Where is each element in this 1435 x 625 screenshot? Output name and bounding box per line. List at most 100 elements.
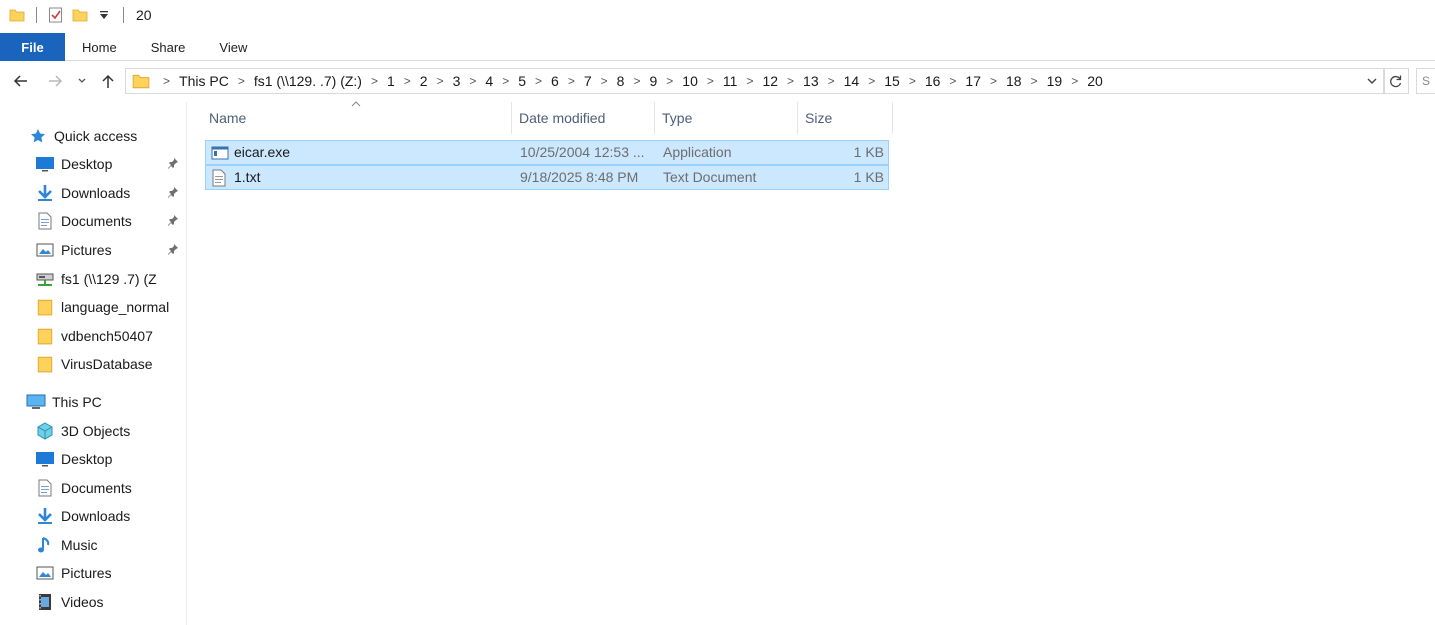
tab-home[interactable]: Home xyxy=(65,33,134,61)
sidebar-item-pictures[interactable]: Pictures xyxy=(35,236,221,264)
breadcrumb-separator: > xyxy=(1030,74,1038,88)
breadcrumb-separator: > xyxy=(666,74,674,88)
properties-check-icon[interactable] xyxy=(47,5,65,25)
column-header-label: Name xyxy=(209,110,247,126)
application-icon xyxy=(211,144,229,162)
sidebar-item-virus-database[interactable]: VirusDatabase xyxy=(35,350,221,378)
file-name: 1.txt xyxy=(234,169,261,185)
search-input[interactable]: S xyxy=(1416,68,1435,94)
breadcrumb-17[interactable]: 17 xyxy=(965,73,981,89)
folder-icon[interactable] xyxy=(8,5,26,25)
sidebar-item-label: Pictures xyxy=(61,242,112,258)
tab-share[interactable]: Share xyxy=(134,33,203,61)
pin-icon[interactable] xyxy=(166,185,180,199)
sidebar-item-pc-documents[interactable]: Documents xyxy=(35,474,221,502)
sidebar-item-pc-pictures[interactable]: Pictures xyxy=(35,559,221,587)
file-row-eicar-exe[interactable]: eicar.exe 10/25/2004 12:53 ... Applicati… xyxy=(205,140,889,165)
tab-view[interactable]: View xyxy=(202,33,264,61)
sidebar-item-videos[interactable]: Videos xyxy=(35,588,221,616)
computer-icon xyxy=(26,392,46,412)
breadcrumb-19[interactable]: 19 xyxy=(1047,73,1063,89)
breadcrumb-network-drive[interactable]: fs1 (\\129. .7) (Z:) xyxy=(254,73,362,89)
3d-objects-icon xyxy=(35,421,55,441)
ribbon-tabs: File Home Share View xyxy=(0,33,1435,61)
file-size: 1 KB xyxy=(853,169,884,185)
column-header-size[interactable]: Size xyxy=(801,102,893,134)
sidebar-item-pc-downloads[interactable]: Downloads xyxy=(35,502,221,530)
sidebar-item-language-normal[interactable]: language_normal xyxy=(35,293,221,321)
breadcrumb-9[interactable]: 9 xyxy=(649,73,657,89)
file-type: Text Document xyxy=(663,169,757,185)
back-arrow-icon[interactable] xyxy=(10,70,32,92)
file-date-modified: 9/18/2025 8:48 PM xyxy=(520,169,639,185)
breadcrumb-10[interactable]: 10 xyxy=(682,73,698,89)
breadcrumb-14[interactable]: 14 xyxy=(844,73,860,89)
sidebar-item-music[interactable]: Music xyxy=(35,531,221,559)
breadcrumb-15[interactable]: 15 xyxy=(884,73,900,89)
breadcrumb-separator: > xyxy=(436,74,444,88)
new-folder-icon[interactable] xyxy=(71,5,89,25)
breadcrumb-7[interactable]: 7 xyxy=(584,73,592,89)
sidebar-item-documents[interactable]: Documents xyxy=(35,207,221,235)
up-arrow-icon[interactable] xyxy=(97,70,119,92)
breadcrumb-3[interactable]: 3 xyxy=(453,73,461,89)
breadcrumb-this-pc[interactable]: This PC xyxy=(179,73,229,89)
address-bar[interactable]: > This PC > fs1 (\\129. .7) (Z:) > 1 > 2… xyxy=(125,68,1385,94)
file-row-1-txt[interactable]: 1.txt 9/18/2025 8:48 PM Text Document 1 … xyxy=(205,165,889,190)
breadcrumb-4[interactable]: 4 xyxy=(485,73,493,89)
breadcrumb-separator: > xyxy=(403,74,411,88)
sidebar-item-vdbench[interactable]: vdbench50407 xyxy=(35,322,221,350)
videos-icon xyxy=(35,592,55,612)
refresh-icon[interactable] xyxy=(1383,68,1409,94)
documents-icon xyxy=(35,478,55,498)
breadcrumb-5[interactable]: 5 xyxy=(518,73,526,89)
breadcrumb-12[interactable]: 12 xyxy=(762,73,778,89)
breadcrumb-1[interactable]: 1 xyxy=(387,73,395,89)
recent-locations-icon[interactable] xyxy=(74,70,90,92)
breadcrumb-8[interactable]: 8 xyxy=(617,73,625,89)
sidebar-item-quick-access[interactable]: Quick access xyxy=(28,122,214,150)
network-drive-icon xyxy=(35,269,55,289)
sidebar-item-label: language_normal xyxy=(61,299,170,315)
column-header-name[interactable]: Name xyxy=(205,102,512,134)
breadcrumb-separator: > xyxy=(567,74,575,88)
breadcrumb-separator: > xyxy=(990,74,998,88)
breadcrumb-separator: > xyxy=(535,74,543,88)
sidebar-item-downloads[interactable]: Downloads xyxy=(35,179,221,207)
breadcrumb-2[interactable]: 2 xyxy=(420,73,428,89)
breadcrumb-13[interactable]: 13 xyxy=(803,73,819,89)
folder-icon xyxy=(35,354,55,374)
breadcrumb-11[interactable]: 11 xyxy=(723,73,738,89)
breadcrumb-20[interactable]: 20 xyxy=(1087,73,1103,89)
pin-icon[interactable] xyxy=(166,156,180,170)
sidebar-item-label: Pictures xyxy=(61,565,112,581)
forward-arrow-icon[interactable] xyxy=(44,70,66,92)
sidebar-item-label: Quick access xyxy=(54,128,138,144)
chevron-down-icon[interactable] xyxy=(1364,73,1380,89)
sidebar-item-label: Desktop xyxy=(61,451,113,467)
sidebar-item-desktop[interactable]: Desktop xyxy=(35,150,221,178)
downloads-icon xyxy=(35,506,55,526)
file-name: eicar.exe xyxy=(234,144,291,160)
breadcrumb-16[interactable]: 16 xyxy=(925,73,941,89)
star-icon xyxy=(28,126,48,146)
title-bar: 20 xyxy=(0,0,1435,30)
sidebar-item-label: Music xyxy=(61,537,98,553)
sidebar-item-this-pc[interactable]: This PC xyxy=(26,388,212,416)
sidebar-item-pc-desktop[interactable]: Desktop xyxy=(35,445,221,473)
breadcrumb-separator: > xyxy=(370,74,378,88)
sidebar-item-3d-objects[interactable]: 3D Objects xyxy=(35,417,221,445)
column-header-type[interactable]: Type xyxy=(658,102,798,134)
breadcrumb-18[interactable]: 18 xyxy=(1006,73,1022,89)
column-header-label: Type xyxy=(662,110,693,126)
sidebar-item-label: Videos xyxy=(61,594,104,610)
tab-file[interactable]: File xyxy=(0,33,65,61)
file-size: 1 KB xyxy=(853,144,884,160)
sidebar-item-network-drive[interactable]: fs1 (\\129 .7) (Z xyxy=(35,265,186,293)
pin-icon[interactable] xyxy=(166,242,180,256)
column-header-date-modified[interactable]: Date modified xyxy=(515,102,655,134)
pin-icon[interactable] xyxy=(166,213,180,227)
customize-dropdown-icon[interactable] xyxy=(95,5,113,25)
breadcrumb-6[interactable]: 6 xyxy=(551,73,559,89)
text-document-icon xyxy=(211,169,229,187)
